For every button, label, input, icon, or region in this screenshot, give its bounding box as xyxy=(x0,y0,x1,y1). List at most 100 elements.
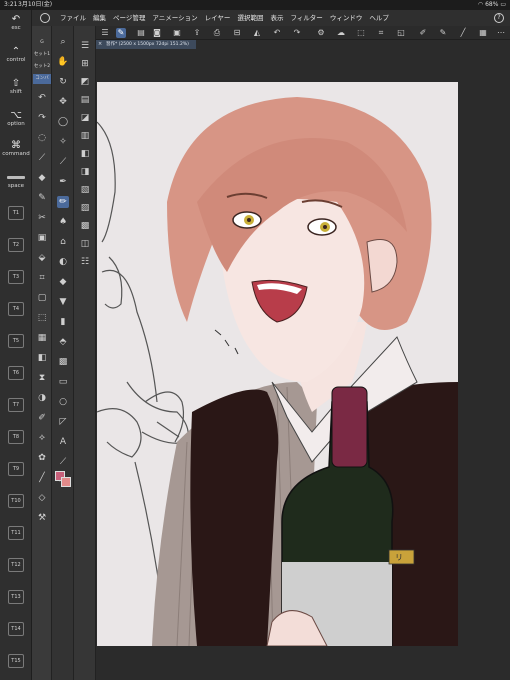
crop-icon[interactable]: ⌗ xyxy=(36,272,48,284)
document-tab[interactable]: × 習作* (2500 x 1500px 72dpi 151.2%) xyxy=(96,40,196,49)
vector-layer-icon[interactable]: ◩ xyxy=(79,76,91,88)
frame-border-icon[interactable]: ◸ xyxy=(57,416,69,428)
select-icon[interactable]: ◯ xyxy=(57,116,69,128)
quick-key-t10[interactable]: T10 xyxy=(8,494,24,508)
close-tab-icon[interactable]: × xyxy=(98,40,102,49)
brush-cmd-icon[interactable]: ✎ xyxy=(438,28,448,38)
fill-icon[interactable]: ▣ xyxy=(36,232,48,244)
save-icon[interactable]: ▣ xyxy=(172,28,182,38)
quick-key-t13[interactable]: T13 xyxy=(8,590,24,604)
esc-key[interactable]: ↶ esc xyxy=(0,14,32,31)
transform-icon[interactable]: ⬚ xyxy=(36,312,48,324)
subtool-tab-convert[interactable]: コンバ xyxy=(33,74,51,84)
redo-icon[interactable]: ↷ xyxy=(36,112,48,124)
fountain-pen-icon[interactable]: ✒ xyxy=(57,176,69,188)
quick-key-t12[interactable]: T12 xyxy=(8,558,24,572)
airbrush-icon[interactable]: ⌂ xyxy=(57,236,69,248)
gradient-fill-icon[interactable]: ▩ xyxy=(57,356,69,368)
redo-cmd-icon[interactable]: ↷ xyxy=(292,28,302,38)
quick-key-t11[interactable]: T11 xyxy=(8,526,24,540)
layer-clip-icon[interactable]: ◧ xyxy=(79,148,91,160)
frame-icon[interactable]: ▢ xyxy=(36,292,48,304)
blend-icon[interactable]: ◑ xyxy=(36,392,48,404)
print-icon[interactable]: ⎙ xyxy=(212,28,222,38)
scissors-icon[interactable]: ✂ xyxy=(36,212,48,224)
more-icon[interactable]: ⋯ xyxy=(496,28,506,38)
delete-layer-icon[interactable]: ▩ xyxy=(79,220,91,232)
help-icon[interactable]: ? xyxy=(494,13,504,23)
move-icon[interactable]: ✥ xyxy=(57,96,69,108)
pen-cmd-icon[interactable]: ✐ xyxy=(418,28,428,38)
menu-layer[interactable]: レイヤー xyxy=(205,10,231,26)
figure-icon[interactable]: ▭ xyxy=(57,376,69,388)
blend-tool-icon[interactable]: ◐ xyxy=(57,256,69,268)
brush-tool-icon[interactable]: ♠ xyxy=(57,216,69,228)
line-cmd-icon[interactable]: ╱ xyxy=(458,28,468,38)
ruler-cmd-icon[interactable]: ◱ xyxy=(396,28,406,38)
crop-cmd-icon[interactable]: ⌗ xyxy=(376,28,386,38)
menu-view[interactable]: 表示 xyxy=(270,10,283,26)
duplicate-icon[interactable]: ▨ xyxy=(79,202,91,214)
zoom-icon[interactable]: ⌕ xyxy=(57,36,69,48)
text-icon[interactable]: A xyxy=(57,436,69,448)
quick-key-t8[interactable]: T8 xyxy=(8,430,24,444)
lasso-icon[interactable]: ◌ xyxy=(36,132,48,144)
quick-key-t7[interactable]: T7 xyxy=(8,398,24,412)
quick-key-t2[interactable]: T2 xyxy=(8,238,24,252)
menu-selection[interactable]: 選択範囲 xyxy=(237,10,263,26)
quick-key-t3[interactable]: T3 xyxy=(8,270,24,284)
menu-icon[interactable]: ☰ xyxy=(79,40,91,52)
new-layer-icon[interactable]: ⊞ xyxy=(79,58,91,70)
mask-icon[interactable]: ◪ xyxy=(79,112,91,124)
app-logo-icon[interactable] xyxy=(40,13,50,23)
subtool-tab-set1[interactable]: セット1 xyxy=(33,50,51,60)
menu-filter[interactable]: フィルター xyxy=(290,10,322,26)
control-key[interactable]: ⌃ control xyxy=(0,46,32,63)
merge-icon[interactable]: ▧ xyxy=(79,184,91,196)
command-key[interactable]: ⌘ command xyxy=(0,140,32,157)
menu-animation[interactable]: アニメーション xyxy=(152,10,197,26)
eyedropper-icon[interactable]: ⟋ xyxy=(36,152,48,164)
subtool-tab-set2[interactable]: セット2 xyxy=(33,62,51,72)
lock-icon[interactable]: ▥ xyxy=(79,130,91,142)
quick-key-t9[interactable]: T9 xyxy=(8,462,24,476)
option-key[interactable]: ⌥ option xyxy=(0,110,32,127)
sub-color-swatch[interactable] xyxy=(61,477,71,487)
quick-key-t14[interactable]: T14 xyxy=(8,622,24,636)
transform-cmd-icon[interactable]: ⬚ xyxy=(356,28,366,38)
layer-mask-icon[interactable]: ◧ xyxy=(36,352,48,364)
layer-panel-icon[interactable]: ▤ xyxy=(136,28,146,38)
space-key[interactable]: space xyxy=(0,183,32,189)
menu-help[interactable]: ヘルプ xyxy=(369,10,389,26)
ruler-icon[interactable]: ⟋ xyxy=(57,456,69,468)
layer-stack-icon[interactable]: ☷ xyxy=(79,256,91,268)
quick-key-t15[interactable]: T15 xyxy=(8,654,24,668)
cloud-icon[interactable]: ☁ xyxy=(336,28,346,38)
eraser-icon[interactable]: ◆ xyxy=(36,172,48,184)
grid-cmd-icon[interactable]: ▦ xyxy=(478,28,488,38)
brush-icon[interactable]: ✐ xyxy=(36,412,48,424)
smudge-icon[interactable]: ⟡ xyxy=(36,432,48,444)
circle-figure-icon[interactable]: ○ xyxy=(57,396,69,408)
eyedropper-tool-icon[interactable]: ⟋ xyxy=(57,156,69,168)
hamburger-icon[interactable]: ☰ xyxy=(100,28,110,38)
wrench-icon[interactable]: ⚒ xyxy=(36,512,48,524)
undo-icon[interactable]: ↶ xyxy=(36,92,48,104)
magic-wand-icon[interactable]: ✧ xyxy=(57,136,69,148)
gradient-icon[interactable]: ▮ xyxy=(57,316,69,328)
pencil-icon[interactable]: ✏ xyxy=(57,196,69,208)
fill-tool-icon[interactable]: ▼ xyxy=(57,296,69,308)
flip-icon[interactable]: ⊟ xyxy=(232,28,242,38)
camera-icon[interactable]: ◙ xyxy=(152,28,162,38)
quick-key-t6[interactable]: T6 xyxy=(8,366,24,380)
fill-cmd-icon[interactable]: ◭ xyxy=(252,28,262,38)
reference-icon[interactable]: ◨ xyxy=(79,166,91,178)
export-icon[interactable]: ⇪ xyxy=(192,28,202,38)
menu-file[interactable]: ファイル xyxy=(60,10,86,26)
folder-icon[interactable]: ▤ xyxy=(79,94,91,106)
shape-icon[interactable]: ◇ xyxy=(36,492,48,504)
hourglass-icon[interactable]: ⧗ xyxy=(36,372,48,384)
menu-edit[interactable]: 編集 xyxy=(93,10,106,26)
eraser-tool-icon[interactable]: ◆ xyxy=(57,276,69,288)
property-icon[interactable]: ◫ xyxy=(79,238,91,250)
